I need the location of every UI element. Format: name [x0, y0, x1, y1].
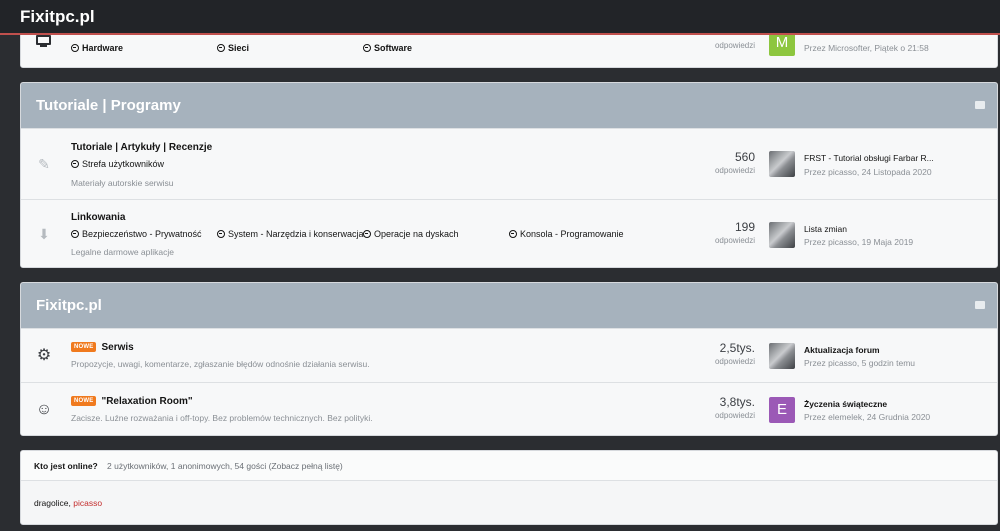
subforum-link[interactable]: Operacje na dyskach — [363, 229, 459, 239]
forum-title[interactable]: NOWE Serwis — [71, 342, 134, 353]
online-header: Kto jest online? 2 użytkowników, 1 anoni… — [21, 451, 997, 481]
last-post-meta: Przez picasso, 5 godzin temu — [804, 358, 916, 368]
forum-row: ✎ Tutoriale | Artykuły | Recenzje Strefa… — [21, 128, 997, 199]
forum-dot-icon — [217, 44, 225, 52]
forum-row: ⬇ Linkowania Bezpieczeństwo - Prywatność… — [21, 199, 997, 267]
forum-dot-icon — [363, 230, 371, 238]
last-post-title[interactable]: FRST - Tutorial obsługi Farbar R... — [804, 153, 934, 163]
forum-title[interactable]: Tutoriale | Artykuły | Recenzje — [71, 142, 212, 153]
new-badge: NOWE — [71, 396, 97, 407]
forum-dot-icon — [71, 230, 79, 238]
last-post-meta: Przez elemelek, 24 Grudnia 2020 — [804, 412, 931, 422]
forum-dot-icon — [71, 160, 79, 168]
avatar[interactable] — [769, 151, 795, 177]
subforum-link[interactable]: System - Narzędzia i konserwacja — [217, 229, 364, 239]
sublink-software[interactable]: Software — [363, 43, 412, 53]
last-post-meta: Przez picasso, 19 Maja 2019 — [804, 237, 914, 247]
forum-stats: 199 odpowiedzi — [675, 220, 755, 245]
forum-dot-icon — [509, 230, 517, 238]
reply-count: 199 — [734, 220, 755, 234]
sublink-hardware[interactable]: Hardware — [71, 43, 123, 53]
subforum-link[interactable]: Konsola - Programowanie — [509, 229, 624, 239]
online-user-moderator[interactable]: picasso — [73, 498, 102, 508]
online-users: dragolice, picasso — [34, 498, 102, 508]
collapse-icon[interactable] — [975, 301, 985, 309]
avatar[interactable]: E — [769, 397, 795, 423]
subforum-link[interactable]: Bezpieczeństwo - Prywatność — [71, 229, 202, 239]
category-header: Tutoriale | Programy — [21, 83, 997, 128]
monitor-stand-icon — [40, 45, 47, 47]
category-fixitpc: Fixitpc.pl ⚙ NOWE Serwis Propozycje, uwag… — [20, 282, 998, 436]
forum-row: ⚙ NOWE Serwis Propozycje, uwagi, komentar… — [21, 328, 997, 382]
last-post-title[interactable]: Życzenia świąteczne — [804, 399, 887, 409]
online-list: dragolice, picasso — [21, 481, 997, 524]
forum-dot-icon — [363, 44, 371, 52]
site-logo[interactable]: Fixitpc.pl — [20, 7, 95, 27]
forum-stats: 3,8tys. odpowiedzi — [675, 395, 755, 420]
forum-stats: odpowiedzi — [675, 39, 755, 50]
forum-description: Zacisze. Luźne rozważania i off-topy. Be… — [71, 413, 373, 423]
last-post-meta: Przez picasso, 24 Listopada 2020 — [804, 167, 932, 177]
pencil-icon: ✎ — [38, 156, 50, 172]
top-navigation-bar: Fixitpc.pl — [0, 0, 1000, 35]
last-post-title[interactable]: Lista zmian — [804, 224, 847, 234]
forum-dot-icon — [217, 230, 225, 238]
forum-stats: 2,5tys. odpowiedzi — [675, 341, 755, 366]
stat-label: odpowiedzi — [714, 166, 755, 175]
gears-icon: ⚙ — [36, 347, 52, 364]
download-icon: ⬇ — [38, 226, 50, 242]
smiley-icon: ☺ — [35, 401, 53, 418]
category-header: Fixitpc.pl — [21, 283, 997, 328]
forum-row: ☺ NOWE "Relaxation Room" Zacisze. Luźne r… — [21, 382, 997, 435]
forum-description: Materiały autorskie serwisu — [71, 178, 174, 188]
monitor-icon — [36, 35, 51, 45]
online-detail[interactable]: 2 użytkowników, 1 anonimowych, 54 gości … — [107, 461, 343, 471]
category-tutoriale-programy: Tutoriale | Programy ✎ Tutoriale | Artyk… — [20, 82, 998, 268]
new-badge: NOWE — [71, 342, 97, 353]
reply-count: 560 — [734, 150, 755, 164]
reply-count: 3,8tys. — [719, 395, 755, 409]
forum-description: Propozycje, uwagi, komentarze, zgłaszani… — [71, 359, 370, 369]
online-label: Kto jest online? — [34, 461, 98, 471]
stat-label: odpowiedzi — [714, 41, 755, 50]
avatar[interactable] — [769, 222, 795, 248]
stat-label: odpowiedzi — [714, 357, 755, 366]
forum-dot-icon — [71, 44, 79, 52]
collapse-icon[interactable] — [975, 101, 985, 109]
category-title[interactable]: Fixitpc.pl — [36, 297, 102, 314]
forum-title[interactable]: NOWE "Relaxation Room" — [71, 396, 193, 407]
online-users-block: Kto jest online? 2 użytkowników, 1 anoni… — [20, 450, 998, 525]
subforum-link[interactable]: Strefa użytkowników — [71, 159, 164, 169]
stat-label: odpowiedzi — [714, 411, 755, 420]
forum-title[interactable]: Linkowania — [71, 212, 125, 223]
forum-description: Legalne darmowe aplikacje — [71, 247, 175, 257]
stat-label: odpowiedzi — [714, 236, 755, 245]
last-post-meta: Przez Microsofter, Piątek o 21:58 — [804, 43, 929, 53]
online-user[interactable]: dragolice — [34, 498, 69, 508]
sublink-sieci[interactable]: Sieci — [217, 43, 249, 53]
avatar[interactable] — [769, 343, 795, 369]
forum-stats: 560 odpowiedzi — [675, 150, 755, 175]
last-post-title[interactable]: Aktualizacja forum — [804, 345, 880, 355]
category-title[interactable]: Tutoriale | Programy — [36, 97, 181, 114]
reply-count: 2,5tys. — [719, 341, 755, 355]
